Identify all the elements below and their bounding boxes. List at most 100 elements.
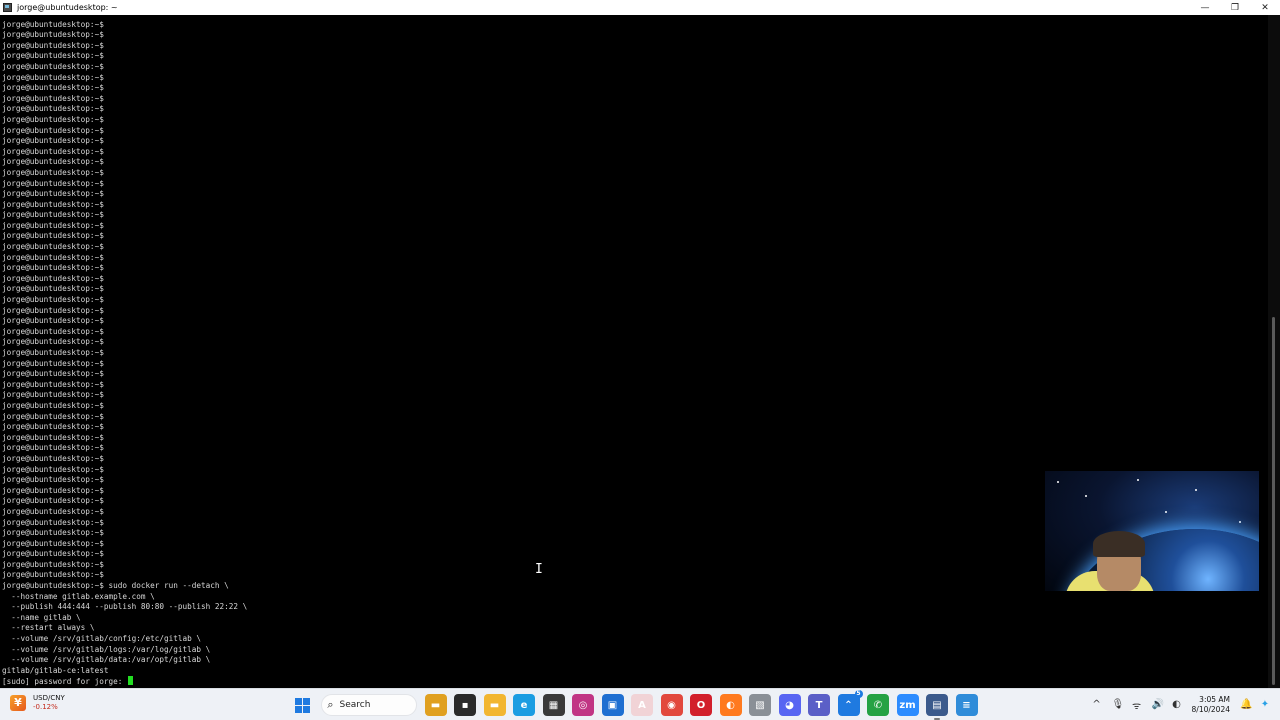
- instagram-icon[interactable]: ◎: [572, 694, 594, 716]
- terminal-lines: jorge@ubuntudesktop:~$ jorge@ubuntudeskto…: [2, 20, 247, 687]
- terminal-prompt-line: jorge@ubuntudesktop:~$: [2, 549, 104, 559]
- taskbar-apps: ⌕ Search ▬ ▪ ▬ e ▦ ◎ ▣ A ◉ O ◐ ▧ ◕ T ⌃ 5 ✆ zm ▤ ≡: [291, 690, 985, 720]
- window-title-bar: jorge@ubuntudesktop: ~ — ❐ ✕: [0, 0, 1280, 15]
- terminal-prompt-line: jorge@ubuntudesktop:~$: [2, 104, 104, 114]
- terminal-prompt-line: jorge@ubuntudesktop:~$: [2, 146, 104, 156]
- terminal-command-line: --volume /srv/gitlab/data:/var/opt/gitla…: [2, 655, 211, 665]
- currency-change-label: -0.12%: [33, 703, 58, 711]
- windows-logo-icon: [294, 697, 310, 713]
- terminal-prompt-line: jorge@ubuntudesktop:~$: [2, 453, 104, 463]
- file-explorer-icon[interactable]: ▬: [483, 694, 506, 716]
- search-icon: ⌕: [327, 698, 334, 711]
- microphone-icon[interactable]: 🎙: [1112, 699, 1125, 710]
- terminal-command-line: --publish 444:444 --publish 80:80 --publ…: [2, 602, 248, 612]
- terminal-prompt-line: jorge@ubuntudesktop:~$: [2, 178, 104, 188]
- terminal-prompt-line: jorge@ubuntudesktop:~$: [2, 485, 104, 495]
- sudo-password-line[interactable]: [sudo] password for jorge:: [2, 676, 247, 687]
- putty-app-icon: [3, 3, 12, 12]
- close-button[interactable]: ✕: [1250, 0, 1280, 15]
- terminal-prompt-line: jorge@ubuntudesktop:~$: [2, 411, 104, 421]
- notepad-icon[interactable]: ≡: [955, 694, 978, 716]
- minimize-button[interactable]: —: [1190, 0, 1220, 15]
- terminal-prompt-line: jorge@ubuntudesktop:~$: [2, 220, 104, 230]
- copilot-icon[interactable]: ✦: [1260, 699, 1270, 710]
- terminal-prompt-line: jorge@ubuntudesktop:~$: [2, 369, 104, 379]
- image-viewer-icon[interactable]: ▧: [749, 694, 771, 716]
- terminal-prompt-line: jorge@ubuntudesktop:~$: [2, 284, 104, 294]
- edge-icon[interactable]: e: [513, 694, 535, 716]
- opera-icon[interactable]: O: [690, 694, 712, 716]
- show-hidden-icons-chevron-icon[interactable]: ^: [1092, 699, 1102, 710]
- currency-widget[interactable]: ¥ USD/CNY -0.12%: [10, 694, 65, 712]
- terminal-prompt-line: jorge@ubuntudesktop:~$: [2, 136, 104, 146]
- terminal-prompt-line: jorge@ubuntudesktop:~$: [2, 400, 104, 410]
- file-explorer-folder-icon[interactable]: ▬: [424, 694, 447, 716]
- wifi-icon[interactable]: ᯤ: [1132, 698, 1142, 712]
- clock-date: 8/10/2024: [1191, 704, 1230, 714]
- presenter-hair: [1093, 531, 1145, 557]
- terminal-prompt-line: jorge@ubuntudesktop:~$: [2, 475, 104, 485]
- whatsapp-icon[interactable]: ✆: [867, 694, 889, 716]
- terminal-prompt-line: jorge@ubuntudesktop:~$: [2, 305, 104, 315]
- firefox-icon[interactable]: ◐: [719, 694, 742, 716]
- terminal-prompt-line: jorge@ubuntudesktop:~$: [2, 83, 104, 93]
- terminal-prompt-line: jorge@ubuntudesktop:~$: [2, 348, 104, 357]
- discord-icon[interactable]: ◕: [778, 694, 801, 716]
- terminal-command-line: --volume /srv/gitlab/config:/etc/gitlab …: [2, 634, 202, 644]
- chrome-icon[interactable]: ◉: [660, 694, 683, 716]
- zoom-icon[interactable]: zm: [896, 694, 919, 716]
- terminal-prompt-line: jorge@ubuntudesktop:~$: [2, 210, 104, 220]
- terminal-command-line: --name gitlab \: [2, 612, 81, 622]
- store-icon[interactable]: ▣: [601, 694, 624, 716]
- terminal-prompt-line: jorge@ubuntudesktop:~$: [2, 242, 104, 252]
- terminal-command-line: --volume /srv/gitlab/logs:/var/log/gitla…: [2, 644, 211, 654]
- task-view-icon[interactable]: ▪: [454, 694, 476, 716]
- terminal-prompt-line: jorge@ubuntudesktop:~$: [2, 422, 104, 432]
- terminal-prompt-line: jorge@ubuntudesktop:~$: [2, 157, 104, 167]
- terminal-prompt-line: jorge@ubuntudesktop:~$: [2, 93, 104, 103]
- text-cursor-icon: I: [535, 562, 543, 577]
- notification-bell-icon[interactable]: 🔔: [1240, 699, 1252, 710]
- terminal-prompt-line: jorge@ubuntudesktop:~$: [2, 559, 104, 569]
- system-tray: ^ 🎙 ᯤ 🔊 ◐ 3:05 AM 8/10/2024 🔔 ✦: [1092, 689, 1280, 720]
- terminal-prompt-line: jorge@ubuntudesktop:~$: [2, 295, 104, 305]
- volume-icon[interactable]: 🔊: [1152, 699, 1164, 710]
- terminal-prompt-line: jorge@ubuntudesktop:~$: [2, 517, 104, 527]
- battery-icon[interactable]: ◐: [1172, 699, 1182, 710]
- webcam-overlay: [1045, 471, 1259, 591]
- terminal-prompt-line: jorge@ubuntudesktop:~$: [2, 19, 104, 29]
- terminal-prompt-line: jorge@ubuntudesktop:~$: [2, 273, 104, 283]
- terminal-prompt-line: jorge@ubuntudesktop:~$: [2, 72, 104, 82]
- taskbar-clock[interactable]: 3:05 AM 8/10/2024: [1192, 695, 1230, 715]
- currency-widget-icon: ¥: [10, 695, 26, 711]
- terminal-command-line: gitlab/gitlab-ce:latest: [2, 665, 109, 675]
- calculator-icon[interactable]: ▦: [542, 694, 565, 716]
- terminal-prompt-line: jorge@ubuntudesktop:~$: [2, 443, 104, 453]
- terminal-command-line: jorge@ubuntudesktop:~$ sudo docker run -…: [2, 581, 229, 591]
- putty-icon[interactable]: ▤: [926, 694, 948, 720]
- scrollbar-thumb[interactable]: [1272, 317, 1275, 685]
- terminal-prompt-line: jorge@ubuntudesktop:~$: [2, 167, 104, 177]
- terminal-scrollbar[interactable]: [1268, 15, 1280, 688]
- notification-badge: 5: [854, 690, 863, 698]
- terminal-command-line: --restart always \: [2, 623, 95, 633]
- acrobat-icon[interactable]: A: [631, 694, 653, 716]
- terminal-prompt-line: jorge@ubuntudesktop:~$: [2, 189, 104, 199]
- teams-icon[interactable]: T: [808, 694, 830, 716]
- terminal-prompt-line: jorge@ubuntudesktop:~$: [2, 114, 104, 124]
- terminal-prompt-line: jorge@ubuntudesktop:~$: [2, 379, 104, 389]
- terminal-prompt-line: jorge@ubuntudesktop:~$: [2, 263, 104, 273]
- terminal-prompt-line: jorge@ubuntudesktop:~$: [2, 390, 104, 400]
- terminal-prompt-line: jorge@ubuntudesktop:~$: [2, 506, 104, 516]
- terminal-command-line: --hostname gitlab.example.com \: [2, 591, 155, 601]
- taskbar-search[interactable]: ⌕ Search: [320, 694, 417, 716]
- terminal-prompt-line: jorge@ubuntudesktop:~$: [2, 528, 104, 538]
- clock-time: 3:05 AM: [1199, 694, 1230, 704]
- terminal-prompt-line: jorge@ubuntudesktop:~$: [2, 337, 104, 347]
- maximize-button[interactable]: ❐: [1220, 0, 1250, 15]
- remote-desktop-icon[interactable]: ⌃ 5: [837, 690, 863, 716]
- start-button[interactable]: [291, 694, 313, 716]
- terminal-prompt-line: jorge@ubuntudesktop:~$: [2, 432, 104, 442]
- terminal-prompt-line: jorge@ubuntudesktop:~$: [2, 125, 104, 135]
- currency-pair-label: USD/CNY: [33, 694, 65, 702]
